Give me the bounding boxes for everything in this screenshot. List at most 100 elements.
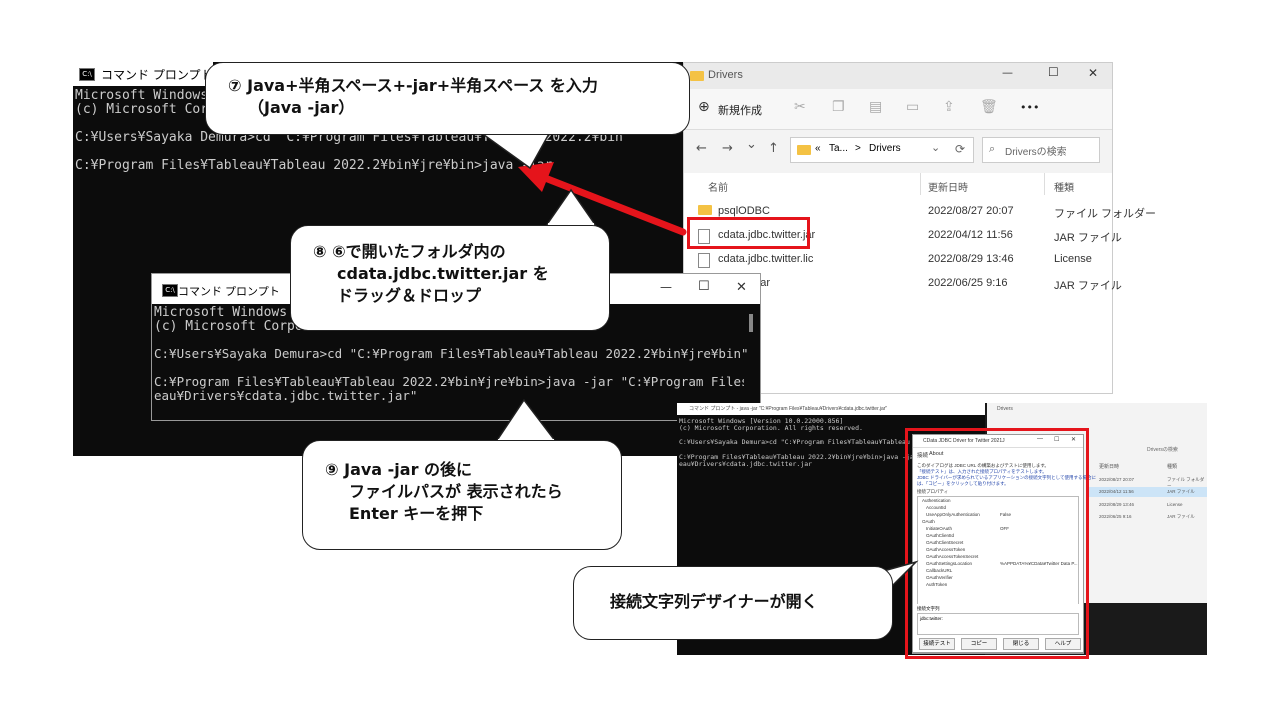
callout-step7: ⑦ Java+半角スペース+-jar+半角スペース を入力 （Java -jar… bbox=[205, 62, 690, 135]
file-row[interactable]: cdata.jdbc.twitter.lic 2022/08/29 13:46 … bbox=[698, 253, 1108, 271]
minimize-button[interactable]: — bbox=[660, 280, 672, 294]
column-divider bbox=[1044, 173, 1045, 195]
main-console-title: コマンド プロンプト bbox=[101, 67, 213, 82]
chevron-down-icon[interactable]: ⌄ bbox=[931, 141, 940, 154]
up-icon[interactable]: ↑ bbox=[768, 141, 779, 156]
jar-file-highlight bbox=[687, 217, 810, 249]
file-type: JAR ファイル bbox=[1054, 232, 1122, 244]
close-button[interactable]: ✕ bbox=[1088, 66, 1098, 80]
console-scrollbar[interactable] bbox=[749, 314, 753, 332]
history-dropdown-icon[interactable]: ⌄ bbox=[746, 137, 757, 152]
file-type: JAR ファイル bbox=[1054, 280, 1122, 292]
thumb-row-date: 2022/06/25 9:16 bbox=[1099, 514, 1132, 519]
delete-icon[interactable]: 🗑 bbox=[980, 99, 998, 115]
console-icon: C:\ bbox=[79, 67, 95, 81]
cut-icon[interactable]: ✂ bbox=[794, 99, 806, 115]
new-button[interactable]: 新規作成 bbox=[718, 102, 762, 118]
callout-text: ⑨ Java -jar の後に bbox=[325, 460, 473, 479]
forward-icon[interactable]: → bbox=[722, 141, 733, 156]
minimize-button[interactable]: — bbox=[1002, 66, 1013, 79]
more-button[interactable]: ••• bbox=[1020, 101, 1039, 114]
callout-text: ⑧ ⑥で開いたフォルダ内の bbox=[313, 242, 506, 261]
file-date: 2022/08/27 20:07 bbox=[928, 205, 1014, 217]
file-date: 2022/06/25 9:16 bbox=[928, 277, 1008, 289]
search-icon: ⌕ bbox=[989, 142, 996, 155]
console-line: Microsoft Windows [ bbox=[154, 305, 303, 320]
console-line: C:¥Users¥Sayaka Demura>cd "C:¥Program Fi… bbox=[154, 346, 749, 361]
console-line: C:¥Program Files¥Tableau¥Tableau 2022.2¥… bbox=[154, 374, 744, 389]
maximize-button[interactable]: ☐ bbox=[698, 279, 710, 294]
console-line: Microsoft Windows bbox=[75, 88, 209, 103]
file-date: 2022/08/29 13:46 bbox=[928, 253, 1014, 265]
column-date[interactable]: 更新日時 bbox=[928, 179, 968, 194]
thumb-row-date: 2022/08/27 20:07 bbox=[1099, 477, 1135, 482]
folder-icon bbox=[698, 205, 712, 215]
refresh-icon[interactable]: ⟳ bbox=[955, 142, 965, 156]
callout-tail bbox=[544, 188, 598, 227]
breadcrumb-current[interactable]: Drivers bbox=[869, 143, 901, 154]
share-icon[interactable]: ⇪ bbox=[943, 99, 955, 115]
file-name: cdata.jdbc.twitter.lic bbox=[718, 253, 814, 265]
thumb-search: Driversの検索 bbox=[1147, 447, 1178, 453]
search-placeholder: Driversの検索 bbox=[1005, 147, 1067, 158]
console-line: (c) Microsoft Corpor bbox=[154, 319, 311, 334]
folder-icon bbox=[690, 71, 704, 81]
second-console-title: コマンド プロンプト bbox=[178, 286, 280, 298]
breadcrumb-overflow[interactable]: « bbox=[815, 143, 821, 154]
callout-text: Enter キーを押下 bbox=[349, 504, 484, 523]
thumb-explorer-title: Drivers bbox=[997, 406, 1013, 412]
column-divider bbox=[920, 173, 921, 195]
folder-icon bbox=[797, 145, 811, 155]
callout-designer: 接続文字列デザイナーが開く bbox=[573, 566, 893, 640]
file-type: License bbox=[1054, 253, 1092, 265]
file-date: 2022/04/12 11:56 bbox=[928, 229, 1013, 241]
thumb-console-title: コマンド プロンプト - java -jar "C:¥Program Files… bbox=[689, 406, 888, 412]
callout-tail bbox=[494, 398, 558, 443]
breadcrumb-item[interactable]: Ta... bbox=[829, 143, 848, 154]
callout-text: 接続文字列デザイナーが開く bbox=[610, 592, 818, 611]
callout-tail bbox=[477, 131, 552, 170]
callout-text: cdata.jdbc.twitter.jar を bbox=[337, 264, 549, 283]
copy-icon[interactable]: ❐ bbox=[832, 99, 845, 115]
rename-icon[interactable]: ▭ bbox=[906, 99, 919, 115]
file-icon bbox=[698, 253, 710, 268]
thumb-col-date: 更新日時 bbox=[1099, 464, 1120, 470]
callout-text: ドラッグ＆ドロップ bbox=[337, 286, 482, 305]
console-icon: C:\ bbox=[162, 284, 178, 297]
console-line: C:¥Users¥Sayaka Demura>cd "C:¥Program Fi… bbox=[679, 438, 918, 446]
explorer-titlebar[interactable]: Drivers — ☐ ✕ bbox=[684, 63, 1112, 89]
search-box[interactable]: ⌕ Driversの検索 bbox=[982, 137, 1100, 163]
thumb-row-type: License bbox=[1167, 502, 1183, 507]
explorer-toolbar: ⊕ 新規作成 ✂ ❐ ▤ ▭ ⇪ 🗑 ••• bbox=[684, 89, 1112, 130]
callout-step8: ⑧ ⑥で開いたフォルダ内の cdata.jdbc.twitter.jar を ド… bbox=[290, 225, 610, 331]
callout-text: （Java -jar） bbox=[248, 98, 355, 117]
explorer-title: Drivers bbox=[708, 69, 743, 81]
dialog-highlight bbox=[905, 428, 1089, 659]
address-row: ← → ⌄ ↑ « Ta... > Drivers ⌄ ⟳ ⌕ Driversの… bbox=[684, 129, 1112, 173]
console-line: (c) Microsoft Corpo bbox=[75, 102, 224, 117]
callout-step9: ⑨ Java -jar の後に ファイルパスが 表示されたら Enter キーを… bbox=[302, 440, 622, 550]
new-icon: ⊕ bbox=[698, 99, 710, 115]
thumb-row-type: ファイル フォルダー bbox=[1167, 477, 1205, 488]
thumb-console-titlebar: コマンド プロンプト - java -jar "C:¥Program Files… bbox=[677, 403, 985, 415]
maximize-button[interactable]: ☐ bbox=[1048, 65, 1059, 79]
thumb-row-type: JAR ファイル bbox=[1167, 489, 1195, 494]
thumb-row-date: 2022/04/12 11:56 bbox=[1099, 489, 1134, 494]
address-bar[interactable]: « Ta... > Drivers ⌄ ⟳ bbox=[790, 137, 974, 163]
paste-icon[interactable]: ▤ bbox=[869, 99, 882, 115]
close-button[interactable]: ✕ bbox=[736, 280, 747, 295]
callout-text: ⑦ Java+半角スペース+-jar+半角スペース を入力 bbox=[228, 76, 598, 95]
thumb-col-type: 種類 bbox=[1167, 464, 1178, 470]
console-line: eau¥Drivers¥cdata.jdbc.twitter.jar" bbox=[154, 388, 418, 403]
callout-text: ファイルパスが 表示されたら bbox=[349, 482, 563, 501]
column-type[interactable]: 種類 bbox=[1054, 179, 1074, 194]
thumb-row-date: 2022/08/29 13:46 bbox=[1099, 502, 1135, 507]
column-name[interactable]: 名前 bbox=[708, 179, 728, 194]
main-console-titlebar[interactable]: C:\ コマンド プロンプト bbox=[73, 62, 213, 86]
console-line: (c) Microsoft Corporation. All rights re… bbox=[679, 424, 863, 432]
breadcrumb-separator: > bbox=[855, 143, 861, 154]
thumb-row-type: JAR ファイル bbox=[1167, 514, 1195, 519]
console-line: eau¥Drivers¥cdata.jdbc.twitter.jar bbox=[679, 460, 813, 468]
file-name: psqlODBC bbox=[718, 205, 770, 217]
file-type: ファイル フォルダー bbox=[1054, 208, 1157, 220]
